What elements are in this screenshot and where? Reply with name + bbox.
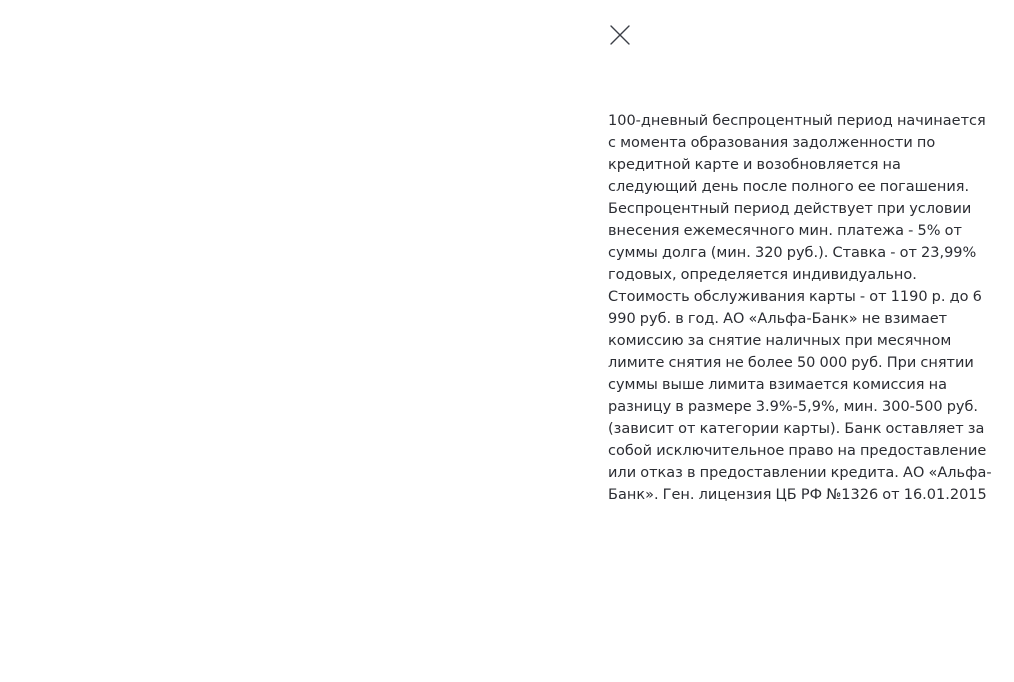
disclaimer-text: 100-дневный беспроцентный период начинае… (608, 113, 992, 503)
close-icon (610, 25, 630, 45)
modal-overlay: 100-дневный беспроцентный период начинае… (0, 0, 1014, 682)
close-button[interactable] (606, 21, 634, 49)
